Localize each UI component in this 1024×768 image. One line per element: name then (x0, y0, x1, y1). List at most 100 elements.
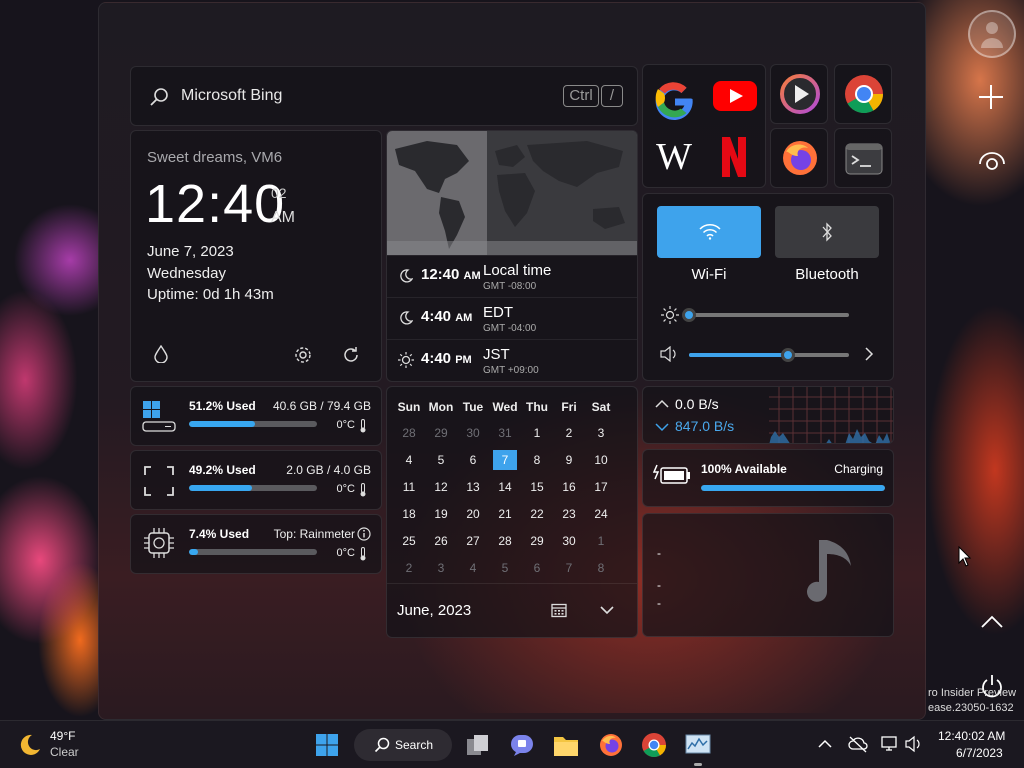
world-map-icon (387, 131, 637, 255)
calendar-day[interactable]: 2 (393, 554, 425, 581)
calendar-day[interactable]: 9 (553, 446, 585, 473)
calendar-day[interactable]: 15 (521, 473, 553, 500)
volume-knob[interactable] (781, 348, 796, 362)
firefox-taskbar-icon[interactable] (598, 732, 624, 758)
calendar-day[interactable]: 27 (457, 527, 489, 554)
eye-icon[interactable] (978, 150, 1006, 172)
add-icon[interactable] (978, 84, 1004, 110)
onedrive-offline-icon[interactable] (848, 735, 868, 753)
calendar-day[interactable]: 30 (553, 527, 585, 554)
thermometer-icon (360, 547, 366, 561)
calendar-day[interactable]: 31 (489, 419, 521, 446)
taskbar-clock-date[interactable]: 6/7/2023 (956, 746, 1003, 760)
world-clock-widget: 12:40 AM Local time GMT -08:00 4:40 AM E… (386, 130, 638, 382)
water-drop-icon[interactable] (153, 345, 169, 363)
chevron-up-icon[interactable] (980, 614, 1004, 630)
terminal-shortcut[interactable] (834, 128, 892, 188)
calendar-day[interactable]: 18 (393, 500, 425, 527)
calendar-day[interactable]: 7 (489, 446, 521, 473)
thermometer-icon (360, 419, 366, 433)
file-explorer-icon[interactable] (553, 733, 579, 757)
calendar-day[interactable]: 1 (585, 527, 617, 554)
calendar-icon[interactable] (551, 602, 567, 618)
refresh-icon[interactable] (341, 345, 361, 365)
gear-icon[interactable] (293, 345, 313, 365)
calendar-day[interactable]: 1 (521, 419, 553, 446)
calendar-day[interactable]: 17 (585, 473, 617, 500)
calendar-day[interactable]: 10 (585, 446, 617, 473)
calendar-day-number: 13 (466, 479, 480, 494)
user-avatar[interactable] (968, 10, 1016, 58)
media-player-shortcut[interactable] (770, 64, 828, 124)
calendar-day[interactable]: 12 (425, 473, 457, 500)
calendar-day[interactable]: 19 (425, 500, 457, 527)
user-icon (981, 22, 1003, 48)
wikipedia-icon[interactable]: W (651, 137, 697, 177)
calendar-day[interactable]: 25 (393, 527, 425, 554)
chevron-up-icon[interactable] (818, 739, 832, 749)
bluetooth-toggle[interactable] (775, 206, 879, 258)
search-box[interactable]: Microsoft Bing Ctrl / (130, 66, 638, 126)
chevron-down-icon[interactable] (599, 602, 615, 618)
youtube-icon[interactable] (711, 79, 759, 113)
calendar-day[interactable]: 4 (457, 554, 489, 581)
taskbar-search-button[interactable]: Search (354, 729, 452, 761)
calendar-day[interactable]: 29 (425, 419, 457, 446)
calendar-day[interactable]: 22 (521, 500, 553, 527)
firefox-shortcut[interactable] (770, 128, 828, 188)
calendar-day[interactable]: 24 (585, 500, 617, 527)
calendar-day[interactable]: 7 (553, 554, 585, 581)
calendar-grid: Sun Mon Tue Wed Thu Fri Sat 28 29 30 31 1 2 3 4 5 6 7 8 9 1… (393, 395, 617, 581)
windows-start-icon[interactable] (315, 733, 339, 757)
calendar-day[interactable]: 16 (553, 473, 585, 500)
speaker-icon[interactable] (904, 735, 924, 753)
calendar-day[interactable]: 28 (393, 419, 425, 446)
volume-icon[interactable] (659, 346, 679, 362)
network-icon[interactable] (880, 735, 900, 753)
calendar-day[interactable]: 30 (457, 419, 489, 446)
clock-ampm: AM (271, 209, 295, 226)
calendar-day[interactable]: 8 (585, 554, 617, 581)
volume-slider[interactable] (689, 348, 849, 362)
calendar-day[interactable]: 14 (489, 473, 521, 500)
weekday-header: Thu (526, 400, 548, 414)
calendar-day[interactable]: 21 (489, 500, 521, 527)
taskbar-clock-time[interactable]: 12:40:02 AM (938, 729, 1005, 743)
google-icon[interactable] (651, 75, 697, 121)
chrome-taskbar-icon[interactable] (641, 732, 667, 758)
info-icon[interactable] (357, 527, 371, 541)
calendar-day[interactable]: 29 (521, 527, 553, 554)
wifi-toggle[interactable] (657, 206, 761, 258)
wifi-label: Wi-Fi (691, 266, 727, 283)
task-view-icon[interactable] (466, 733, 490, 757)
calendar-day[interactable]: 2 (553, 419, 585, 446)
chrome-shortcut[interactable] (834, 64, 892, 124)
teams-chat-icon[interactable] (510, 733, 534, 757)
calendar-day[interactable]: 26 (425, 527, 457, 554)
netflix-icon[interactable] (719, 135, 749, 179)
resource-monitor-icon[interactable] (685, 733, 711, 757)
calendar-day-number: 25 (402, 533, 416, 548)
calendar-day[interactable]: 20 (457, 500, 489, 527)
calendar-day[interactable]: 5 (489, 554, 521, 581)
calendar-day-number: 23 (562, 506, 576, 521)
calendar-day[interactable]: 11 (393, 473, 425, 500)
brightness-slider[interactable] (682, 308, 849, 322)
calendar-day[interactable]: 6 (457, 446, 489, 473)
brightness-knob[interactable] (682, 308, 696, 322)
calendar-day[interactable]: 3 (425, 554, 457, 581)
calendar-day[interactable]: 28 (489, 527, 521, 554)
calendar-day[interactable]: 13 (457, 473, 489, 500)
taskbar-search-label: Search (395, 738, 434, 752)
calendar-month: June, 2023 (397, 602, 472, 619)
weather-temp: 49°F (50, 729, 76, 743)
calendar-day[interactable]: 4 (393, 446, 425, 473)
sun-icon (398, 352, 414, 368)
calendar-day[interactable]: 8 (521, 446, 553, 473)
calendar-day[interactable]: 6 (521, 554, 553, 581)
calendar-day[interactable]: 5 (425, 446, 457, 473)
chevron-right-icon[interactable] (863, 346, 875, 362)
calendar-day[interactable]: 23 (553, 500, 585, 527)
weather-widget[interactable]: 49°F Clear (14, 727, 94, 763)
calendar-day[interactable]: 3 (585, 419, 617, 446)
